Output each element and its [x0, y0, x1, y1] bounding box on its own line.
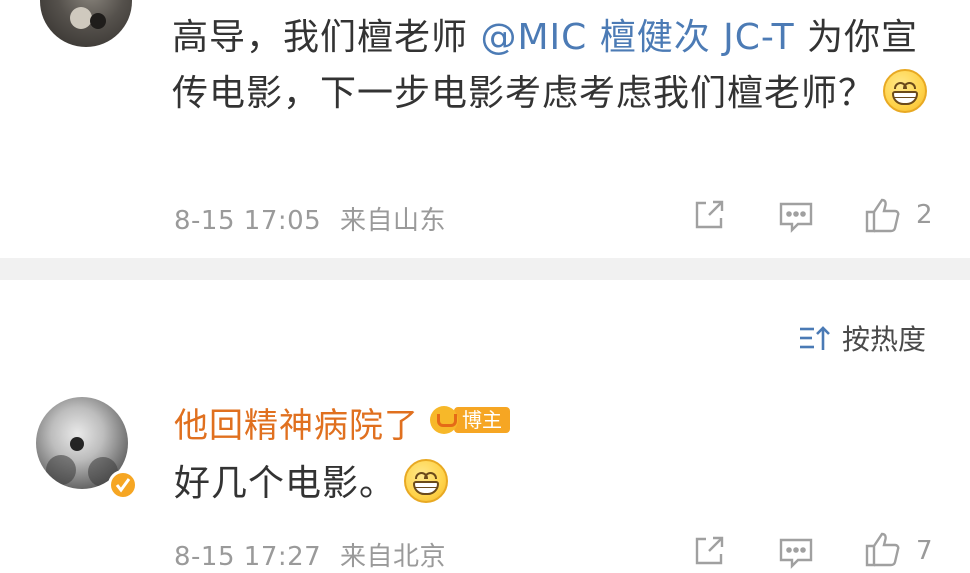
share-button[interactable] — [692, 198, 726, 232]
blogger-badge: 博主 — [430, 405, 510, 435]
thumbs-up-icon — [865, 198, 900, 233]
share-icon — [695, 536, 724, 565]
sort-icon — [800, 326, 830, 350]
comment-button[interactable] — [778, 200, 814, 234]
reply-text: 好几个电影。 — [174, 456, 449, 512]
post-text-part1: 高导，我们檀老师 — [172, 17, 481, 58]
grin-emoji-icon — [404, 459, 449, 503]
reply-date: 8-15 17:27 — [174, 542, 322, 572]
like-count: 2 — [916, 200, 933, 230]
reply-text-body: 好几个电影。 — [174, 463, 397, 504]
sort-label: 按热度 — [842, 323, 927, 356]
post-location: 来自山东 — [339, 206, 446, 236]
post-text: 高导，我们檀老师 @MIC 檀健次 JC-T 为你宣传电影，下一步电影考虑考虑我… — [172, 10, 932, 122]
comment-button[interactable] — [778, 536, 814, 570]
verified-badge-icon — [108, 470, 138, 500]
post-meta: 8-15 17:05 来自山东 — [174, 200, 446, 237]
like-button[interactable] — [864, 530, 902, 568]
share-button[interactable] — [692, 534, 726, 568]
crown-icon — [430, 406, 458, 434]
like-count: 7 — [916, 536, 933, 566]
comment-icon — [779, 202, 813, 233]
grin-emoji-icon — [883, 69, 928, 113]
like-button[interactable] — [864, 196, 902, 234]
share-icon — [695, 200, 724, 229]
thumbs-up-icon — [865, 532, 900, 567]
sort-button[interactable]: 按热度 — [798, 318, 926, 358]
post-date: 8-15 17:05 — [174, 206, 322, 236]
username[interactable]: 他回精神病院了 — [174, 398, 419, 447]
divider — [0, 258, 970, 280]
comment-icon — [779, 538, 813, 569]
blogger-badge-label: 博主 — [454, 407, 510, 433]
reply-meta: 8-15 17:27 来自北京 — [174, 536, 446, 573]
mention-link[interactable]: @MIC 檀健次 JC-T — [480, 17, 794, 58]
avatar[interactable] — [40, 0, 132, 47]
reply-location: 来自北京 — [339, 542, 446, 572]
